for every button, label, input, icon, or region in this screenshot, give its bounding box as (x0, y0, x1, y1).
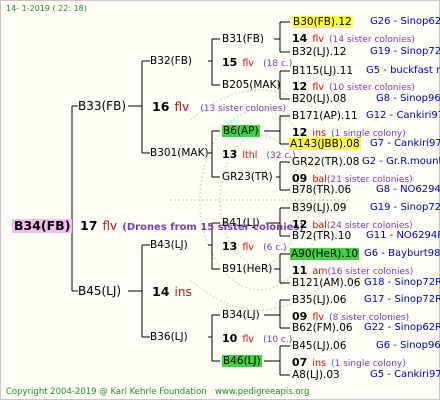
gen4-origin-11: G6 - Bayburt98-3 (364, 248, 440, 259)
mark: am (312, 266, 328, 277)
mark: ins (312, 358, 327, 369)
gen3-node-2-details: 12 flv (10 sister colonies) (292, 79, 415, 94)
gen1-dam-label[interactable]: B45(LJ) (78, 285, 121, 297)
sisters-note: (13 sister colonies) (200, 104, 286, 114)
sisters-note: (16 sister colonies) (327, 267, 414, 277)
root-sisters-note: (Drones from 15 sister colonies) (122, 222, 304, 233)
gen4-origin-14: G22 - Sinop62R (364, 322, 440, 333)
root-queen-label[interactable]: B34(FB) (12, 219, 73, 233)
gen4-node-12[interactable]: B121(AM).06 (292, 277, 360, 289)
gen4-node-3[interactable]: B115(LJ).11 (292, 65, 353, 77)
gen4-origin-16: G5 - Cankiri97Q (370, 369, 440, 380)
gen2-node-3-details: 13 flv (6 c.) (222, 239, 287, 254)
timestamp-label: 14- 1-2019 ( 22: 18) (6, 4, 87, 13)
gen3-node-8-details: 07 ins (1 single colony) (292, 355, 406, 370)
drone-count: 16 (152, 99, 170, 114)
gen3-node-1-details: 14 flv (14 sister colonies) (292, 31, 415, 46)
gen2-node-4-details: 10 flv (10 c.) (222, 331, 292, 346)
gen4-origin-3: G5 - buckfast no (366, 65, 440, 76)
gen4-origin-9: G19 - Sinop72R (370, 202, 440, 213)
root-mark: flv (102, 219, 118, 233)
gen4-node-4[interactable]: B20(LJ).08 (292, 93, 346, 105)
gen4-node-14[interactable]: B62(FM).06 (292, 322, 353, 334)
gen4-node-13[interactable]: B35(LJ).06 (292, 294, 346, 306)
root-details: 17 flv (Drones from 15 sister colonies) (80, 219, 304, 234)
gen4-origin-4: G8 - Sinop96R (376, 93, 440, 104)
gen4-origin-15: G6 - Sinop96R (376, 340, 440, 351)
gen2-node-2[interactable]: B301(MAK) (150, 147, 209, 159)
gen4-origin-8: G8 - NO6294R (376, 184, 440, 195)
gen3-node-5[interactable]: B41(LJ) (222, 217, 260, 229)
gen4-origin-13: G17 - Sinop72R (364, 294, 440, 305)
gen3-node-8[interactable]: B46(LJ) (222, 355, 262, 367)
gen3-node-3[interactable]: B6(AP) (222, 125, 260, 137)
gen2-node-2-details: 13 lthl (32 c.) (222, 147, 296, 162)
mark: flv (242, 242, 255, 253)
gen1-sire-label[interactable]: B33(FB) (78, 100, 126, 112)
gen3-node-6[interactable]: B91(HeR) (222, 263, 272, 275)
gen4-node-16[interactable]: A8(LJ).03 (292, 369, 340, 381)
gen3-node-7[interactable]: B34(LJ) (222, 309, 260, 321)
gen3-node-1[interactable]: B31(FB) (222, 33, 264, 45)
gen4-node-5[interactable]: B171(AP).11 (292, 110, 358, 122)
gen4-node-1[interactable]: B30(FB).12 (292, 16, 353, 28)
drone-count: 13 (222, 148, 238, 161)
gen1-dam-details: 14 ins (152, 285, 192, 298)
mark: flv (312, 34, 325, 45)
mark: flv (312, 82, 325, 93)
drone-count: 15 (222, 56, 238, 69)
sisters-note: (18 c.) (263, 59, 293, 69)
gen4-origin-12: G18 - Sinop72R (364, 277, 440, 288)
root-drone-count: 17 (80, 218, 98, 233)
gen4-node-8[interactable]: B78(TR).06 (292, 184, 351, 196)
gen4-origin-2: G19 - Sinop72R (370, 46, 440, 57)
mark: ins (174, 285, 192, 299)
mark: flv (242, 58, 255, 69)
drone-count: 12 (292, 80, 308, 93)
drone-count: 14 (152, 284, 170, 299)
gen4-origin-5: G12 - Cankiri97Q (366, 110, 440, 121)
gen2-node-1-details: 15 flv (18 c.) (222, 55, 292, 70)
sisters-note: (6 c.) (263, 243, 287, 253)
mark: flv (174, 100, 190, 114)
drone-count: 07 (292, 356, 308, 369)
gen4-node-11[interactable]: A90(HeR).10 (290, 248, 360, 260)
gen1-sire-details: 16 flv (13 sister colonies) (152, 100, 286, 115)
mark: flv (242, 334, 255, 345)
mark: lthl (242, 150, 258, 161)
sisters-note: (14 sister colonies) (329, 35, 415, 45)
drone-count: 10 (222, 332, 238, 345)
drone-count: 14 (292, 32, 308, 45)
drone-count: 13 (222, 240, 238, 253)
gen4-origin-6: G7 - Cankiri97Q (370, 138, 440, 149)
gen4-node-10[interactable]: B72(TR).10 (292, 230, 351, 242)
gen3-node-2[interactable]: B205(MAK) (222, 79, 281, 91)
gen4-node-6[interactable]: A143(JBB).08 (289, 138, 361, 150)
copyright-text: Copyright 2004-2019 @ Karl Kehrle Founda… (6, 387, 207, 397)
gen3-node-4[interactable]: GR23(TR) (222, 171, 273, 183)
pedigree-connector-lines (68, 21, 290, 376)
gen2-node-3[interactable]: B43(LJ) (150, 239, 188, 251)
website-link[interactable]: www.pedigreeapis.org (215, 386, 309, 398)
gen4-node-9[interactable]: B39(LJ).09 (292, 202, 346, 214)
drone-count: 11 (292, 264, 308, 277)
sisters-note: (1 single colony) (331, 359, 406, 369)
sisters-note: (10 sister colonies) (329, 83, 415, 93)
gen4-node-15[interactable]: B45(LJ).06 (292, 340, 346, 352)
gen4-node-2[interactable]: B32(LJ).12 (292, 46, 346, 58)
gen4-origin-1: G26 - Sinop62R (370, 16, 440, 27)
gen4-node-7[interactable]: GR22(TR).08 (292, 156, 359, 168)
gen2-node-4[interactable]: B36(LJ) (150, 331, 188, 343)
gen4-origin-7: G2 - Gr.R.mounta (362, 156, 440, 167)
sisters-note: (10 c.) (263, 335, 293, 345)
gen4-origin-10: G11 - NO6294R (366, 230, 440, 241)
gen3-node-6-details: 11 am(16 sister colonies) (292, 263, 413, 278)
gen2-node-1[interactable]: B32(FB) (150, 55, 192, 67)
